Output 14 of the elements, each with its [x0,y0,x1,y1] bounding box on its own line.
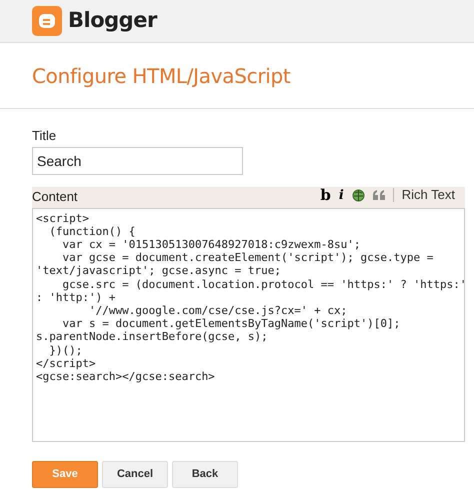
title-input[interactable]: Search [32,146,243,174]
quote-icon[interactable] [372,190,385,200]
content-textarea[interactable]: <script> (function() { var cx = '015130513007648927018:c9zwexm-8su'; var gcse = document.createElement('script'); gcse.type = 'text/javascript'; gcse.async = true; gcse.src = (document.location.protocol == 'https:' ? 'https:' : 'http:') + '//www.google.com/cse/cse.js?cx=' + cx; var s = document.getElementsByTagName('script')[0]; s.parentNode.insertBefore(gcse, s); })(); </script> <gcse:search></gcse:search> [32,208,465,442]
rich-text-link[interactable]: Rich Text [398,185,459,205]
page-title: Configure HTML/JavaScript [32,62,290,90]
secondary-button[interactable]: Back [172,460,238,488]
logo-text: Blogger [68,7,157,34]
logo-icon [32,6,62,36]
content-label: Content [32,188,78,206]
secondary-button[interactable]: Cancel [102,460,168,488]
globe-icon[interactable] [352,188,365,202]
bold-button[interactable]: b [316,188,335,202]
italic-button[interactable]: i [334,188,348,202]
title-label: Title [32,127,58,145]
